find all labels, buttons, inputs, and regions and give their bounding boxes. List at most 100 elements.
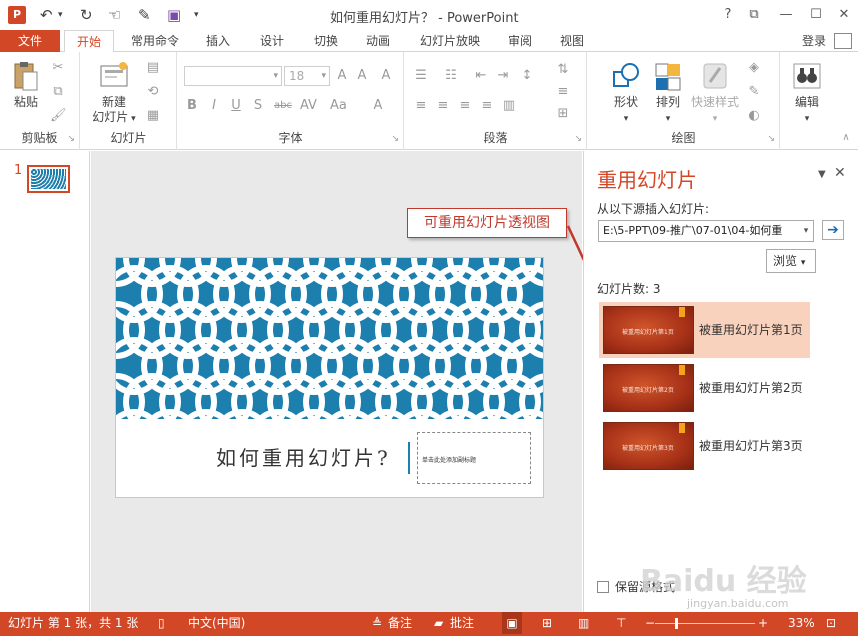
slide-sorter-icon[interactable]: ⊞ [542,612,552,634]
shape-outline-icon[interactable]: ✎ [746,84,762,100]
paragraph-launcher-icon[interactable]: ↘ [574,134,582,144]
new-slide-button[interactable]: 新建 幻灯片 ▾ [91,60,137,127]
attachment-icon[interactable]: ✎ [138,5,151,25]
tab-common-commands[interactable]: 常用命令 [124,30,186,52]
touch-mode-icon[interactable]: ☜ [108,5,121,25]
fit-slide-icon[interactable]: ⊡ [826,612,836,634]
numbering-icon[interactable]: ☷ [443,68,459,84]
minimize-icon[interactable]: — [776,5,796,25]
drawing-launcher-icon[interactable]: ↘ [767,134,775,144]
subtitle-placeholder[interactable]: 单击此处添加副标题 [417,432,531,484]
decrease-indent-icon[interactable]: ⇤ [473,68,489,84]
underline-icon[interactable]: U [228,98,244,114]
bullets-icon[interactable]: ☰ [413,68,429,84]
paste-button[interactable]: 粘贴 [8,60,44,110]
line-spacing-icon[interactable]: ↕ [519,68,535,84]
undo-icon[interactable]: ↶ [40,5,53,25]
clipboard-launcher-icon[interactable]: ↘ [67,134,75,144]
reset-slide-icon[interactable]: ⟲ [145,84,161,100]
tab-file[interactable]: 文件 [0,30,60,52]
reuse-slide-item[interactable]: 被重用幻灯片第3页 被重用幻灯片第3页 [599,418,810,474]
zoom-out-icon[interactable]: − [645,612,655,634]
italic-icon[interactable]: I [206,98,222,114]
font-name-combo[interactable]: ▾ [184,66,282,86]
zoom-level[interactable]: 33% [788,612,815,634]
tab-design[interactable]: 设计 [252,30,292,52]
zoom-slider-thumb[interactable] [675,618,678,629]
cut-icon[interactable]: ✂ [50,60,66,76]
font-size-combo[interactable]: 18 ▾ [284,66,330,86]
zoom-slider[interactable] [655,623,755,624]
layout-icon[interactable]: ▤ [145,60,161,76]
tab-animations[interactable]: 动画 [358,30,398,52]
collapse-ribbon-icon[interactable]: ∧ [838,130,854,146]
source-dropdown-icon[interactable]: ▾ [799,221,813,241]
arrange-button[interactable]: 排列 ▾ [648,60,688,127]
editing-button[interactable]: 编辑 ▾ [787,60,827,127]
smartart-icon[interactable]: ⊞ [555,106,571,122]
slide-canvas[interactable]: 如何重用幻灯片? 单击此处添加副标题 [115,257,544,498]
tab-transitions[interactable]: 切换 [306,30,346,52]
help-icon[interactable]: ? [718,5,738,25]
source-path-input[interactable]: E:\5-PPT\09-推广\07-01\04-如何重 ▾ [598,220,814,242]
tab-view[interactable]: 视图 [552,30,592,52]
copy-icon[interactable]: ⧉ [50,84,66,100]
browse-button[interactable]: 浏览 ▾ [766,249,816,273]
align-left-icon[interactable]: ≡ [413,98,429,114]
checkbox-icon[interactable] [597,581,609,593]
shrink-font-icon[interactable]: A [354,68,370,84]
go-arrow-button[interactable]: ➔ [822,220,844,240]
font-color-icon[interactable]: A [370,98,386,114]
save-icon[interactable]: ▣ [167,5,181,25]
slide-thumbnail[interactable] [27,165,70,193]
spell-check-icon[interactable]: ▯ [158,612,165,634]
reading-view-icon[interactable]: ▥ [578,612,589,634]
notes-icon[interactable]: ≜ [372,612,382,634]
tab-slideshow[interactable]: 幻灯片放映 [412,30,488,52]
increase-indent-icon[interactable]: ⇥ [495,68,511,84]
strikethrough-icon[interactable]: abc [274,98,292,114]
align-center-icon[interactable]: ≡ [435,98,451,114]
tab-insert[interactable]: 插入 [198,30,238,52]
pane-options-icon[interactable]: ▼ [818,169,826,180]
slide-title[interactable]: 如何重用幻灯片? [216,442,391,471]
shapes-button[interactable]: 形状 ▾ [606,60,646,127]
comments-icon[interactable]: ▰ [434,612,443,634]
grow-font-icon[interactable]: A [334,68,350,84]
zoom-in-icon[interactable]: + [758,612,768,634]
undo-dropdown-icon[interactable]: ▾ [58,5,63,25]
login-link[interactable]: 登录 [802,30,826,52]
align-text-icon[interactable]: ≡ [555,84,571,100]
normal-view-icon[interactable]: ▣ [502,612,522,634]
pane-close-icon[interactable]: ✕ [834,165,846,181]
slideshow-icon[interactable]: ⊤ [616,612,626,634]
customize-qat-icon[interactable]: ▾ [194,5,199,25]
format-painter-icon[interactable]: 🖌 [50,108,67,124]
quick-styles-button[interactable]: 快速样式 ▾ [688,60,742,127]
shape-effects-icon[interactable]: ◐ [746,108,762,124]
clear-format-icon[interactable]: A [378,68,394,84]
tab-review[interactable]: 审阅 [500,30,540,52]
bold-icon[interactable]: B [184,98,200,114]
shadow-icon[interactable]: S [250,98,266,114]
section-icon[interactable]: ▦ [145,108,161,124]
shape-fill-icon[interactable]: ◈ [746,60,762,76]
char-spacing-icon[interactable]: AV [300,98,317,114]
account-icon[interactable] [834,33,852,49]
close-icon[interactable]: ✕ [834,5,854,25]
notes-button[interactable]: 备注 [388,612,412,634]
maximize-icon[interactable]: ☐ [806,5,826,25]
ribbon-display-icon[interactable]: ⧉ [744,5,764,25]
columns-icon[interactable]: ▥ [501,98,517,114]
justify-icon[interactable]: ≡ [479,98,495,114]
change-case-icon[interactable]: Aa [330,98,347,114]
reuse-slide-item[interactable]: 被重用幻灯片第1页 被重用幻灯片第1页 [599,302,810,358]
comments-button[interactable]: 批注 [450,612,474,634]
redo-icon[interactable]: ↻ [80,5,93,25]
tab-home[interactable]: 开始 [64,30,114,53]
text-direction-icon[interactable]: ⇅ [555,62,571,78]
reuse-slide-item[interactable]: 被重用幻灯片第2页 被重用幻灯片第2页 [599,360,810,416]
language-indicator[interactable]: 中文(中国) [188,612,245,634]
font-launcher-icon[interactable]: ↘ [391,134,399,144]
align-right-icon[interactable]: ≡ [457,98,473,114]
